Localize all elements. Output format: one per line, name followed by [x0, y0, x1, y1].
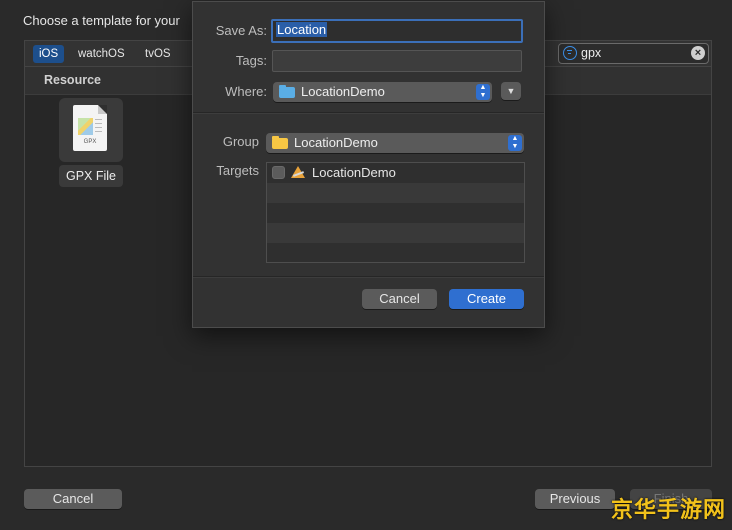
where-label: Where:	[225, 84, 267, 99]
where-value: LocationDemo	[301, 84, 385, 99]
target-row[interactable]: LocationDemo	[267, 163, 524, 183]
list-row-empty	[267, 223, 524, 243]
folder-icon	[272, 136, 288, 149]
where-popup[interactable]: LocationDemo ▲ ▼	[273, 82, 492, 102]
cancel-button[interactable]: Cancel	[362, 289, 437, 309]
divider	[193, 276, 544, 278]
search-input[interactable]: gpx	[581, 46, 601, 60]
group-popup[interactable]: LocationDemo ▲ ▼	[266, 133, 524, 153]
list-row-empty	[267, 203, 524, 223]
template-label: GPX File	[59, 165, 123, 187]
filter-icon[interactable]	[563, 46, 577, 60]
tab-tvos[interactable]: tvOS	[139, 45, 177, 63]
clear-search-icon[interactable]: ×	[691, 46, 705, 60]
chevron-down-icon: ▼	[506, 86, 516, 96]
popup-stepper-icon: ▲ ▼	[476, 84, 490, 100]
section-title: Resource	[44, 73, 101, 87]
tab-ios[interactable]: iOS	[33, 45, 65, 63]
watermark-logo: 京华手游网	[610, 497, 726, 522]
gpx-icon-text: GPX	[83, 139, 97, 145]
target-name: LocationDemo	[312, 165, 396, 180]
search-field[interactable]: gpx ×	[558, 43, 709, 64]
list-row-empty	[267, 183, 524, 203]
chooser-title: Choose a template for your	[23, 13, 180, 28]
save-as-field[interactable]: Location	[271, 19, 523, 43]
chooser-cancel-button[interactable]: Cancel	[24, 489, 122, 509]
tags-field[interactable]	[272, 50, 522, 72]
group-value: LocationDemo	[294, 135, 378, 150]
save-sheet: Save As: Location Tags: Where: LocationD…	[192, 1, 545, 328]
expand-button[interactable]: ▼	[501, 82, 521, 100]
divider	[193, 112, 544, 114]
template-gpx-file[interactable]: GPX GPX File	[59, 98, 123, 188]
app-target-icon	[290, 165, 306, 180]
tab-watchos[interactable]: watchOS	[72, 45, 131, 63]
target-checkbox[interactable]	[272, 166, 285, 179]
save-as-label: Save As:	[215, 23, 267, 38]
folder-icon	[279, 85, 295, 98]
save-as-value[interactable]: Location	[276, 22, 328, 37]
targets-label: Targets	[216, 163, 259, 178]
group-label: Group	[222, 134, 259, 149]
popup-stepper-icon: ▲ ▼	[508, 135, 522, 151]
create-button[interactable]: Create	[449, 289, 524, 309]
previous-button[interactable]: Previous	[535, 489, 615, 509]
template-tile[interactable]: GPX	[59, 98, 123, 162]
tags-label: Tags:	[235, 53, 267, 68]
targets-list: LocationDemo	[266, 162, 525, 263]
list-row-empty	[267, 243, 524, 263]
gpx-file-icon: GPX	[73, 105, 107, 151]
